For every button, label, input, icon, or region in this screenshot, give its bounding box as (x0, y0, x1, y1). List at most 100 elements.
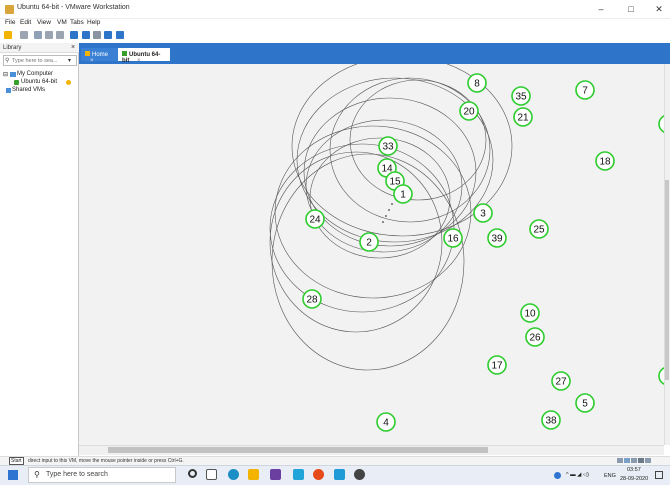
vertical-scroll-thumb[interactable] (665, 180, 669, 380)
library-pane (0, 43, 79, 456)
visual-studio-icon[interactable] (270, 469, 281, 480)
tab-home-label: Home (92, 52, 109, 58)
graph-node-28: 28 (302, 289, 322, 309)
graph-node-38: 38 (541, 410, 561, 430)
graph-node-5: 5 (575, 393, 595, 413)
warning-icon (66, 80, 71, 85)
horizontal-scroll-thumb[interactable] (108, 447, 488, 453)
tree-item-shared-vms[interactable]: Shared VMs (12, 87, 45, 93)
windows-start-icon[interactable] (8, 470, 18, 480)
graph-node-label: 2 (366, 238, 372, 249)
graph-node-1: 1 (393, 184, 413, 204)
trail-dot (391, 203, 393, 205)
close-button[interactable]: ✕ (652, 2, 666, 16)
fullscreen-icon[interactable] (93, 31, 101, 39)
menu-edit[interactable]: Edit (20, 19, 31, 26)
network-tray-icon[interactable] (554, 472, 561, 479)
tree-expander-icon[interactable]: ⊟ (3, 71, 8, 78)
vm-running-icon (14, 80, 19, 85)
orbit-ring (274, 125, 472, 299)
minimize-button[interactable]: – (594, 2, 608, 16)
status-message: direct input to this VM, move the mouse … (28, 458, 184, 464)
library-close-icon[interactable]: × (71, 44, 75, 51)
menu-help[interactable]: Help (87, 19, 100, 26)
shared-vms-icon (6, 88, 11, 93)
orbit-ring (296, 77, 494, 243)
clock-date[interactable]: 28-09-2020 (620, 476, 648, 482)
graph-node-label: 20 (463, 107, 475, 118)
graph-node-label: 26 (529, 333, 541, 344)
taskbar-search-placeholder: Type here to search (46, 471, 108, 478)
snapshot-icon[interactable] (34, 31, 42, 39)
vmware-taskbar-icon[interactable] (334, 469, 345, 480)
search-icon: ⚲ (5, 58, 10, 64)
graph-node-25: 25 (529, 219, 549, 239)
graph-node-35: 35 (511, 86, 531, 106)
device-status-icons[interactable] (617, 458, 665, 464)
graph-node-4: 4 (376, 412, 396, 432)
graph-node-label: 16 (447, 234, 459, 245)
graph-node-label: 28 (306, 295, 318, 306)
power-icon[interactable] (4, 31, 12, 39)
tray-icons[interactable]: ^ ▬ ◢ ◁) (566, 472, 589, 478)
library-search-input[interactable] (12, 57, 64, 64)
graph-node-label: 4 (383, 418, 389, 429)
graph-node-10: 10 (520, 303, 540, 323)
graph-node-3: 3 (473, 203, 493, 223)
tree-item-ubuntu[interactable]: Ubuntu 64-bit (21, 79, 57, 85)
app-icon-blue[interactable] (293, 469, 304, 480)
camera-app-icon[interactable] (354, 469, 365, 480)
vm-display[interactable]: 8 35 7 20 21 33 14 15 1 18 24 3 25 2 16 39 28 10 26 17 27 5 4 3… (79, 55, 670, 445)
menu-bar (0, 19, 670, 29)
computer-icon (10, 72, 16, 77)
language-indicator[interactable]: ENG (604, 473, 616, 479)
orbit-ring (271, 153, 465, 371)
graph-node-label: 24 (309, 215, 321, 226)
clock-time[interactable]: 03:57 (627, 467, 641, 473)
task-view-icon[interactable] (206, 469, 217, 480)
graph-node-8: 8 (467, 73, 487, 93)
library-title: Library (3, 45, 22, 51)
console-view-icon[interactable] (116, 31, 124, 39)
trail-dot (385, 215, 387, 217)
orbit-ring (269, 151, 443, 333)
home-icon (85, 51, 90, 56)
menu-vm[interactable]: VM (57, 19, 67, 26)
graph-node-16: 16 (443, 228, 463, 248)
tab-ubuntu[interactable]: Ubuntu 64-bit × (118, 48, 170, 64)
search-icon: ⚲ (34, 470, 40, 479)
snapshot-manager-icon[interactable] (56, 31, 64, 39)
graph-node-label: 33 (382, 142, 394, 153)
revert-snapshot-icon[interactable] (45, 31, 53, 39)
notifications-icon[interactable] (655, 471, 663, 479)
graph-node-label: 21 (517, 113, 529, 124)
graph-node-24: 24 (305, 209, 325, 229)
tab-home[interactable]: Home × (81, 48, 118, 64)
graph-node-label: 38 (545, 416, 557, 427)
graph-node-18: 18 (595, 151, 615, 171)
graph-node-label: 3 (480, 209, 486, 220)
edge-icon[interactable] (228, 469, 239, 480)
menu-tabs[interactable]: Tabs (70, 19, 84, 26)
file-explorer-icon[interactable] (248, 469, 259, 480)
graph-node-label: 10 (524, 309, 536, 320)
maximize-button[interactable]: □ (624, 2, 638, 16)
graph-node-33: 33 (378, 136, 398, 156)
menu-file[interactable]: File (5, 19, 15, 26)
tree-item-my-computer[interactable]: My Computer (17, 71, 53, 77)
send-keys-icon[interactable] (20, 31, 28, 39)
graph-node-label: 17 (491, 361, 503, 372)
chrome-icon[interactable] (313, 469, 324, 480)
library-view-icon[interactable] (70, 31, 78, 39)
graph-node-17: 17 (487, 355, 507, 375)
graph-node-20: 20 (459, 101, 479, 121)
menu-view[interactable]: View (37, 19, 51, 26)
graph-node-label: 35 (515, 92, 527, 103)
graph-node-21: 21 (513, 107, 533, 127)
graph-node-label: 39 (491, 234, 503, 245)
graph-node-39: 39 (487, 228, 507, 248)
cortana-icon[interactable] (188, 469, 197, 478)
thumbnail-view-icon[interactable] (82, 31, 90, 39)
unity-icon[interactable] (104, 31, 112, 39)
dropdown-arrow-icon[interactable]: ▾ (68, 57, 71, 64)
